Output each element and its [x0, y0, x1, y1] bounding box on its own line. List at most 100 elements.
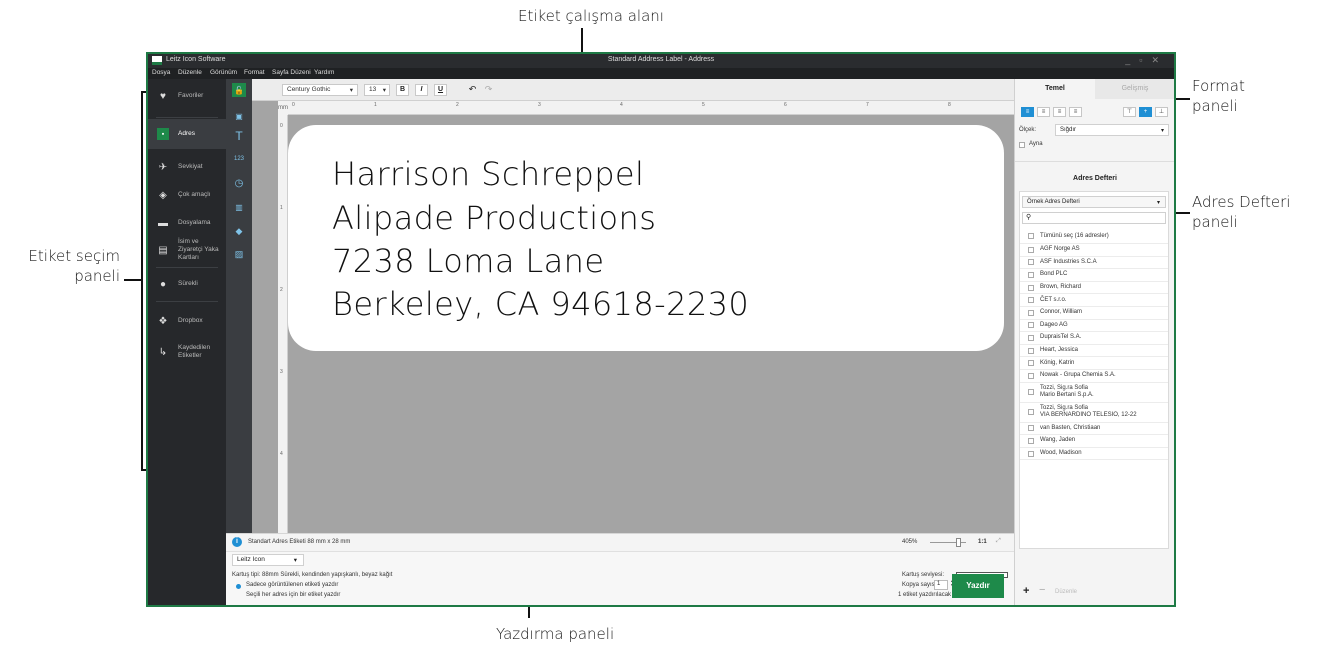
- select-all-checkbox[interactable]: [1028, 232, 1034, 239]
- address-list-item[interactable]: ASF Industries S.C.A: [1020, 257, 1168, 270]
- label-line-name[interactable]: Harrison Schreppel: [332, 155, 644, 193]
- nav-item-favorites[interactable]: ♥ Favoriler: [148, 81, 226, 111]
- option-radio-selected[interactable]: [236, 584, 241, 589]
- address-checkbox[interactable]: [1028, 271, 1034, 278]
- address-list-item[interactable]: AGF Norge AS: [1020, 244, 1168, 257]
- copies-input[interactable]: 1: [934, 580, 948, 590]
- zoom-actual-size[interactable]: 1:1: [978, 539, 987, 545]
- address-checkbox[interactable]: [1028, 372, 1034, 379]
- address-checkbox[interactable]: [1028, 437, 1034, 444]
- tab-basic[interactable]: Temel: [1015, 79, 1095, 99]
- address-checkbox[interactable]: [1028, 347, 1034, 354]
- scale-select[interactable]: Sığdır ▾: [1055, 124, 1169, 136]
- menu-page-layout[interactable]: Sayfa Düzeni: [272, 69, 311, 76]
- label-line-company[interactable]: Alipade Productions: [332, 199, 656, 237]
- print-option-current[interactable]: Sadece görüntülenen etiketi yazdır: [246, 582, 338, 588]
- text-tool-icon[interactable]: T: [232, 129, 246, 143]
- menu-format[interactable]: Format: [244, 69, 265, 76]
- fit-screen-icon[interactable]: ⤢: [996, 538, 1001, 545]
- address-checkbox[interactable]: [1028, 334, 1034, 341]
- image-tool-icon[interactable]: ▨: [232, 247, 246, 261]
- font-size-select[interactable]: 13 ▾: [364, 84, 390, 96]
- address-checkbox[interactable]: [1028, 450, 1034, 457]
- valign-bottom-icon[interactable]: ⊥: [1155, 107, 1168, 117]
- label-line-city[interactable]: Berkeley, CA 94618-2230: [332, 285, 749, 323]
- address-list-item[interactable]: Tozzi, Sig.ra Sofia Mario Bertani S.p.A.: [1020, 383, 1168, 403]
- address-checkbox[interactable]: [1028, 284, 1034, 291]
- address-name: DupraisTel S.A.: [1040, 334, 1082, 341]
- nav-item-dropbox[interactable]: ❖ Dropbox: [148, 306, 226, 336]
- print-option-each[interactable]: Seçili her adres için bir etiket yazdır: [246, 592, 340, 598]
- nav-item-multipurpose[interactable]: ◈ Çok amaçlı: [148, 180, 226, 210]
- address-list-item[interactable]: Wood, Madison: [1020, 448, 1168, 461]
- address-checkbox[interactable]: [1028, 360, 1034, 367]
- italic-button[interactable]: I: [415, 84, 428, 96]
- shape-tool-icon[interactable]: ◆: [232, 224, 246, 238]
- address-list-item[interactable]: Nowak - Grupa Chemia S.A.: [1020, 370, 1168, 383]
- address-book-select[interactable]: Örnek Adres Defteri ▾: [1022, 196, 1166, 208]
- nav-item-saved-labels[interactable]: ↳ Kaydedilen Etiketler: [148, 337, 226, 367]
- add-address-button[interactable]: +: [1023, 585, 1029, 597]
- address-search-input[interactable]: ⚲: [1022, 212, 1166, 224]
- minimize-icon[interactable]: _: [1125, 55, 1139, 65]
- clock-tool-icon[interactable]: ◷: [232, 176, 246, 190]
- redo-icon[interactable]: ↷: [482, 84, 495, 96]
- printer-select[interactable]: Leitz Icon ▾: [232, 554, 304, 566]
- nav-item-address[interactable]: ▪ Adres: [148, 119, 226, 149]
- menu-view[interactable]: Görünüm: [210, 69, 237, 76]
- address-list-item[interactable]: DupraisTel S.A.: [1020, 332, 1168, 345]
- align-left-icon[interactable]: ≡: [1021, 107, 1034, 117]
- address-list-item[interactable]: Brown, Richard: [1020, 282, 1168, 295]
- label-preview[interactable]: Harrison Schreppel Alipade Productions 7…: [288, 125, 1004, 351]
- underline-button[interactable]: U: [434, 84, 447, 96]
- menu-help[interactable]: Yardım: [314, 69, 334, 76]
- tab-advanced[interactable]: Gelişmiş: [1095, 79, 1174, 99]
- address-list-item[interactable]: van Basten, Christiaan: [1020, 423, 1168, 436]
- address-list-item[interactable]: Dageo AG: [1020, 320, 1168, 333]
- nav-item-badges[interactable]: ▤ İsim ve Ziyaretçi Yaka Kartları: [148, 235, 226, 265]
- nav-item-shipping[interactable]: ✈ Sevkiyat: [148, 152, 226, 182]
- address-list-item[interactable]: Connor, William: [1020, 307, 1168, 320]
- label-line-street[interactable]: 7238 Loma Lane: [332, 242, 604, 280]
- address-checkbox[interactable]: [1028, 425, 1034, 432]
- valign-top-icon[interactable]: ⊤: [1123, 107, 1136, 117]
- nav-item-filing[interactable]: ▬ Dosyalama: [148, 208, 226, 238]
- zoom-slider-handle[interactable]: [956, 538, 961, 547]
- address-checkbox[interactable]: [1028, 259, 1034, 266]
- menu-edit[interactable]: Düzenle: [178, 69, 202, 76]
- address-list-item[interactable]: Wang, Jaden: [1020, 435, 1168, 448]
- address-checkbox[interactable]: [1028, 246, 1034, 253]
- print-button[interactable]: Yazdır: [952, 574, 1004, 598]
- mirror-checkbox[interactable]: [1019, 142, 1025, 148]
- info-icon[interactable]: i: [232, 537, 242, 547]
- align-justify-icon[interactable]: ≡: [1069, 107, 1082, 117]
- document-title: Standard Address Label - Address: [607, 56, 715, 63]
- address-checkbox[interactable]: [1028, 322, 1034, 329]
- valign-middle-icon[interactable]: +: [1139, 107, 1152, 117]
- close-icon[interactable]: ✕: [1151, 55, 1168, 65]
- menu-file[interactable]: Dosya: [152, 69, 170, 76]
- nav-item-continuous[interactable]: ● Sürekli: [148, 269, 226, 299]
- address-list-item[interactable]: Tozzi, Sig.ra Sofia VIA BERNARDINO TELESI…: [1020, 403, 1168, 423]
- address-field-icon[interactable]: ▣: [232, 109, 246, 123]
- edit-address-button[interactable]: Düzenle: [1055, 589, 1077, 595]
- barcode-tool-icon[interactable]: ▥: [232, 200, 246, 214]
- undo-icon[interactable]: ↶: [466, 84, 479, 96]
- align-center-icon[interactable]: ≡: [1037, 107, 1050, 117]
- lock-icon[interactable]: 🔓: [232, 83, 246, 97]
- address-checkbox[interactable]: [1028, 297, 1034, 304]
- address-list-item[interactable]: Heart, Jessica: [1020, 345, 1168, 358]
- address-list-item[interactable]: Bond PLC: [1020, 269, 1168, 282]
- address-list-item[interactable]: König, Katrin: [1020, 357, 1168, 370]
- counter-tool-icon[interactable]: 123: [232, 152, 246, 166]
- address-list-item[interactable]: ČET s.r.o.: [1020, 294, 1168, 307]
- restore-icon[interactable]: ▫: [1139, 55, 1151, 65]
- align-right-icon[interactable]: ≡: [1053, 107, 1066, 117]
- bold-button[interactable]: B: [396, 84, 409, 96]
- address-checkbox[interactable]: [1028, 409, 1034, 416]
- font-select[interactable]: Century Gothic ▾: [282, 84, 358, 96]
- select-all-row[interactable]: Tümünü seç (16 adresler): [1020, 228, 1168, 244]
- address-checkbox[interactable]: [1028, 389, 1034, 396]
- address-checkbox[interactable]: [1028, 309, 1034, 316]
- remove-address-button[interactable]: −: [1039, 584, 1045, 596]
